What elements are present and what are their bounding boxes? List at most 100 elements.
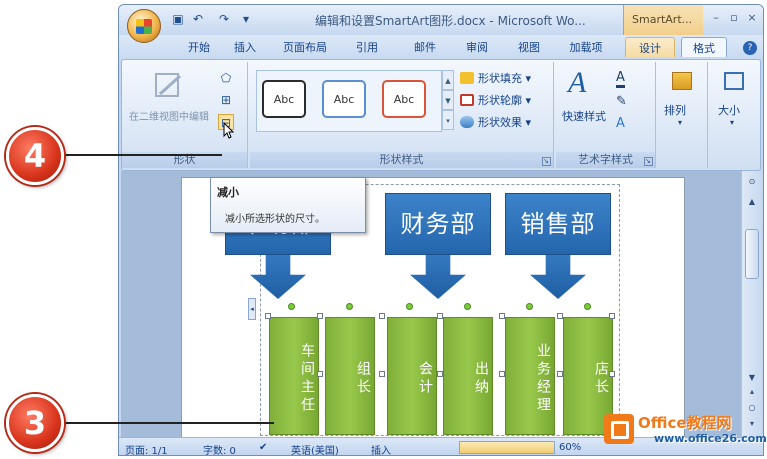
member-box[interactable]: 会计 (387, 317, 437, 435)
shape-style-sample[interactable]: Abc (382, 80, 426, 118)
text-pane-toggle-icon[interactable]: ◂ (248, 298, 256, 320)
undo-icon[interactable]: ↶ (191, 12, 205, 26)
member-box[interactable]: 车间主任 (269, 317, 319, 435)
quick-styles-icon[interactable]: A (568, 66, 586, 100)
rotation-handle[interactable] (526, 303, 533, 310)
resize-handle[interactable] (557, 313, 563, 319)
department-node[interactable]: 财务部 (385, 193, 491, 299)
watermark-url: www.office26.com (654, 432, 767, 445)
resize-handle[interactable] (379, 371, 385, 377)
ribbon-tabs: 开始 插入 页面布局 引用 邮件 审阅 视图 加载项 设计 格式 ? (119, 35, 763, 59)
member-box[interactable]: 出纳 (443, 317, 493, 435)
tab-mailings[interactable]: 邮件 (407, 39, 443, 59)
scroll-down-icon[interactable]: ▼ (744, 371, 760, 385)
gallery-more-icon[interactable]: ▾ (442, 110, 454, 130)
shape-outline-button[interactable]: 形状轮廓 ▾ (460, 92, 531, 110)
watermark-title: Office教程网 (638, 414, 732, 432)
restore-icon[interactable]: ▫ (727, 11, 741, 25)
rotation-handle[interactable] (288, 303, 295, 310)
gallery-scroll-up-icon[interactable]: ▲ (442, 70, 454, 90)
customize-qat-icon[interactable]: ▾ (239, 12, 253, 26)
size-button[interactable]: 大小 (718, 102, 740, 118)
department-box[interactable]: 销售部 (505, 193, 611, 255)
tab-format[interactable]: 格式 (681, 37, 727, 57)
shape-fill-label: 形状填充 (478, 72, 522, 85)
member-box[interactable]: 组长 (325, 317, 375, 435)
minimize-icon[interactable]: – (709, 11, 723, 25)
department-box[interactable]: 财务部 (385, 193, 491, 255)
page-indicator[interactable]: 页面: 1/1 (125, 442, 168, 455)
shape-effects-button[interactable]: 形状效果 ▾ (460, 114, 531, 132)
language-indicator[interactable]: 英语(美国) (291, 442, 339, 455)
shape-fill-button[interactable]: 形状填充 ▾ (460, 70, 531, 88)
resize-handle[interactable] (609, 371, 615, 377)
tab-home[interactable]: 开始 (181, 39, 217, 59)
office-button[interactable] (127, 9, 161, 43)
spell-check-icon[interactable]: ✔ (259, 442, 267, 453)
down-arrow-shape (250, 255, 306, 299)
resize-handle[interactable] (317, 313, 323, 319)
shape-effects-icon (460, 116, 474, 128)
tab-review[interactable]: 审阅 (459, 39, 495, 59)
smartart-tools-title: SmartArt... (623, 5, 703, 35)
ruler-toggle-icon[interactable]: ⊙ (744, 175, 760, 189)
watermark: Office教程网 www.office26.com (604, 410, 767, 450)
resize-handle[interactable] (317, 371, 323, 377)
tab-page-layout[interactable]: 页面布局 (277, 39, 333, 59)
text-effects-icon[interactable]: A (616, 116, 625, 131)
shape-style-sample[interactable]: Abc (262, 80, 306, 118)
member-box[interactable]: 业务经理 (505, 317, 555, 435)
size-dropdown-icon[interactable]: ▾ (730, 118, 734, 127)
rotation-handle[interactable] (406, 303, 413, 310)
resize-handle[interactable] (437, 313, 443, 319)
save-icon[interactable]: ▣ (171, 12, 185, 26)
arrange-dropdown-icon[interactable]: ▾ (678, 118, 682, 127)
view-buttons[interactable] (459, 441, 555, 454)
previous-page-icon[interactable]: ▴ (744, 385, 760, 399)
resize-handle[interactable] (265, 313, 271, 319)
wordart-launcher-icon[interactable]: ↘ (644, 157, 653, 166)
tab-view[interactable]: 视图 (511, 39, 547, 59)
step-callout: 3 (6, 394, 64, 452)
rotation-handle[interactable] (346, 303, 353, 310)
resize-handle[interactable] (499, 313, 505, 319)
text-fill-icon[interactable]: A (616, 70, 625, 88)
group-shapes: 在二维视图中编辑 ⬠ ⊞ ⊟ 形状 (122, 62, 248, 168)
department-node[interactable]: 销售部 (505, 193, 611, 299)
callout-line (62, 154, 222, 156)
resize-handle[interactable] (609, 313, 615, 319)
tab-references[interactable]: 引用 (349, 39, 385, 59)
close-icon[interactable]: × (745, 11, 759, 25)
edit-in-2d-button[interactable]: 在二维视图中编辑 (126, 110, 212, 125)
text-outline-icon[interactable]: ✎ (616, 94, 627, 109)
change-shape-icon[interactable]: ⬠ (218, 70, 234, 86)
down-arrow-shape (530, 255, 586, 299)
redo-icon[interactable]: ↷ (217, 12, 231, 26)
document-title: 编辑和设置SmartArt图形.docx - Microsoft Wo... (315, 14, 586, 28)
word-count[interactable]: 字数: 0 (203, 442, 236, 455)
group-shape-styles: Abc Abc Abc ▲ ▼ ▾ 形状填充 ▾ 形状轮廓 ▾ 形状效果 ▾ 形… (250, 62, 554, 168)
tooltip-description: 减小所选形状的尺寸。 (225, 214, 325, 225)
vertical-scrollbar[interactable]: ⊙ ▲ ▼ ▴ ○ ▾ (741, 171, 761, 437)
resize-handle[interactable] (379, 313, 385, 319)
rotation-handle[interactable] (464, 303, 471, 310)
help-icon[interactable]: ? (743, 41, 757, 55)
dialog-launcher-icon[interactable]: ↘ (542, 157, 551, 166)
quick-styles-button[interactable]: 快速样式 (562, 108, 606, 124)
rotation-handle[interactable] (584, 303, 591, 310)
resize-handle[interactable] (499, 371, 505, 377)
group-wordart-styles: A 快速样式 A ✎ A 艺术字样式 ↘ (556, 62, 656, 168)
insert-mode-indicator[interactable]: 插入 (371, 442, 391, 455)
resize-handle[interactable] (557, 371, 563, 377)
larger-icon[interactable]: ⊞ (218, 92, 234, 108)
tab-addins[interactable]: 加载项 (563, 39, 609, 59)
shape-style-sample[interactable]: Abc (322, 80, 366, 118)
zoom-level[interactable]: 60% (559, 442, 581, 453)
gallery-scroll-down-icon[interactable]: ▼ (442, 90, 454, 110)
arrange-button[interactable]: 排列 (664, 102, 686, 118)
tab-insert[interactable]: 插入 (227, 39, 263, 59)
scroll-thumb[interactable] (745, 229, 759, 279)
resize-handle[interactable] (437, 371, 443, 377)
scroll-up-icon[interactable]: ▲ (744, 195, 760, 209)
tab-design[interactable]: 设计 (625, 37, 675, 57)
